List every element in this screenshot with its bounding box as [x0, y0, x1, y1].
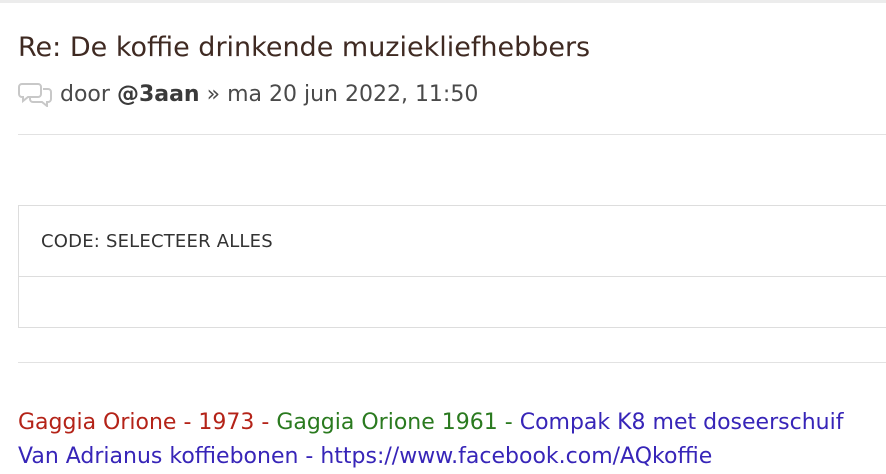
signature-item-gaggia-1961: Gaggia Orione 1961: [276, 410, 498, 435]
signature-separator: -: [497, 410, 520, 435]
post-title[interactable]: Re: De koffie drinkende muziekliefhebber…: [18, 30, 590, 66]
post-date: ma 20 jun 2022, 11:50: [227, 81, 479, 107]
post-header-divider: [18, 134, 886, 135]
meta-separator: »: [206, 81, 221, 107]
signature-item-compak-k8: Compak K8 met doseerschuif: [519, 410, 844, 435]
author-link[interactable]: @3aan: [117, 82, 200, 107]
signature-line: Gaggia Orione - 1973 - Gaggia Orione 196…: [18, 406, 843, 440]
signature-separator: -: [254, 410, 277, 435]
code-select-all-link[interactable]: CODE: SELECTEER ALLES: [19, 206, 886, 277]
top-strip: [0, 0, 886, 3]
signature-line-2[interactable]: Van Adrianus koffiebonen - https://www.f…: [18, 440, 712, 474]
signature-item-gaggia-1973: Gaggia Orione - 1973: [18, 410, 255, 435]
meta-by-label: door: [60, 81, 110, 107]
speech-bubbles-icon: [18, 81, 52, 109]
code-block: CODE: SELECTEER ALLES: [18, 205, 886, 328]
code-content[interactable]: [19, 277, 886, 327]
signature-divider: [18, 362, 886, 363]
post-meta: door @3aan » ma 20 jun 2022, 11:50: [18, 78, 478, 110]
